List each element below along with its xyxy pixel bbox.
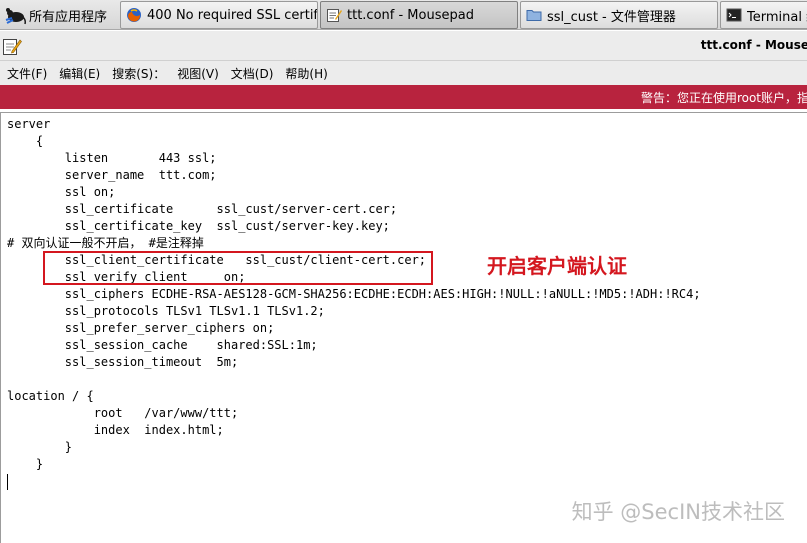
terminal-icon bbox=[726, 8, 742, 22]
folder-icon bbox=[526, 10, 542, 21]
text-cursor bbox=[7, 474, 8, 490]
code-line: } bbox=[7, 440, 73, 454]
code-line: } bbox=[7, 457, 44, 471]
task-terminal-label: Terminal 终 bbox=[747, 9, 807, 25]
code-line: ssl on; bbox=[7, 185, 116, 199]
menu-bar: 文件(F) 编辑(E) 搜索(S)： 视图(V) 文档(D) 帮助(H) bbox=[0, 61, 807, 85]
task-firefox[interactable]: 400 No required SSL certifi… bbox=[120, 1, 318, 29]
xfce-mouse-logo-icon bbox=[5, 8, 26, 25]
code-line: listen 443 ssl; bbox=[7, 151, 217, 165]
code-line: ssl_session_cache shared:SSL:1m; bbox=[7, 338, 318, 352]
menu-file[interactable]: 文件(F) bbox=[7, 65, 47, 82]
menu-view[interactable]: 视图(V) bbox=[177, 65, 219, 82]
root-warning-text: 警告：您正在使用root账户，指 bbox=[640, 91, 807, 105]
taskbar: 所有应用程序 400 No required SSL certifi… ttt.… bbox=[0, 0, 807, 30]
menu-search[interactable]: 搜索(S)： bbox=[112, 65, 165, 82]
annotation-highlight-box bbox=[43, 251, 433, 285]
code-line: index index.html; bbox=[7, 423, 224, 437]
root-warning-bar: 警告：您正在使用root账户，指 bbox=[0, 85, 807, 109]
code-line: ssl_certificate_key ssl_cust/server-key.… bbox=[7, 219, 390, 233]
code-line: ssl_prefer_server_ciphers on; bbox=[7, 321, 275, 335]
mousepad-app-icon[interactable] bbox=[2, 36, 22, 56]
task-mousepad-label: ttt.conf - Mousepad bbox=[347, 7, 474, 23]
code-line: # 双向认证一般不开启， #是注释掉 bbox=[7, 236, 204, 250]
menu-help[interactable]: 帮助(H) bbox=[285, 65, 327, 82]
annotation-label: 开启客户端认证 bbox=[487, 254, 627, 278]
menu-edit[interactable]: 编辑(E) bbox=[59, 65, 100, 82]
editor-text-area[interactable]: server { listen 443 ssl; server_name ttt… bbox=[0, 112, 807, 543]
code-line: server bbox=[7, 117, 51, 131]
task-file-manager-label: ssl_cust - 文件管理器 bbox=[547, 9, 676, 25]
firefox-icon bbox=[127, 8, 141, 22]
applications-menu-button[interactable]: 所有应用程序 bbox=[0, 0, 118, 29]
applications-menu-label: 所有应用程序 bbox=[29, 9, 108, 25]
code-line: { bbox=[7, 134, 44, 148]
code-line: ssl_certificate ssl_cust/server-cert.cer… bbox=[7, 202, 398, 216]
code-line: ssl_session_timeout 5m; bbox=[7, 355, 239, 369]
window-titlebar: ttt.conf - Mouse bbox=[0, 31, 807, 61]
task-firefox-label: 400 No required SSL certifi… bbox=[147, 7, 317, 23]
text-editor-icon bbox=[327, 9, 342, 22]
code-line: server_name ttt.com; bbox=[7, 168, 217, 182]
code-line: location / { bbox=[7, 389, 94, 403]
task-mousepad[interactable]: ttt.conf - Mousepad bbox=[320, 1, 518, 29]
watermark: 知乎 @SecIN技术社区 bbox=[571, 500, 785, 524]
task-file-manager[interactable]: ssl_cust - 文件管理器 bbox=[520, 1, 718, 29]
window-title: ttt.conf - Mouse bbox=[700, 38, 807, 52]
code-line: ssl_protocols TLSv1 TLSv1.1 TLSv1.2; bbox=[7, 304, 325, 318]
menu-document[interactable]: 文档(D) bbox=[231, 65, 274, 82]
code-line: root /var/www/ttt; bbox=[7, 406, 239, 420]
task-terminal[interactable]: Terminal 终 bbox=[720, 1, 807, 29]
code-line: ssl_ciphers ECDHE-RSA-AES128-GCM-SHA256:… bbox=[7, 287, 701, 301]
